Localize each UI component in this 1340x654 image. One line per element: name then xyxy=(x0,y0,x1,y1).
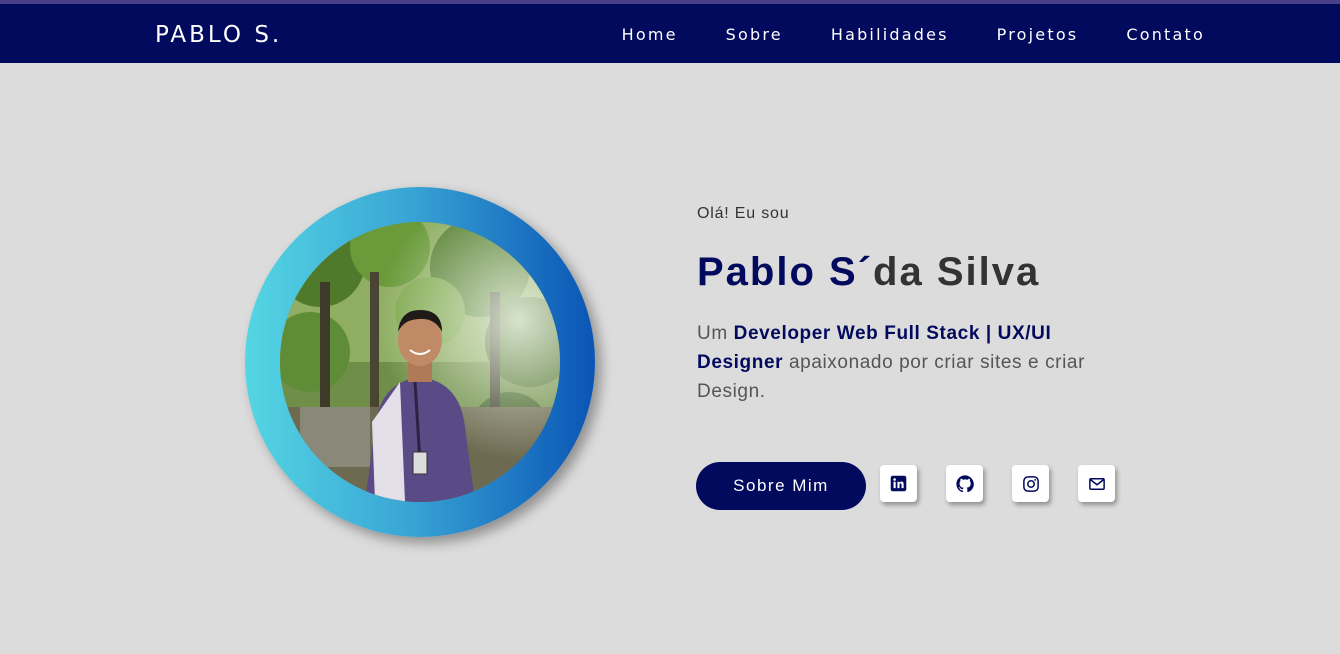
nav-sobre[interactable]: Sobre xyxy=(726,25,783,44)
nav-contato[interactable]: Contato xyxy=(1126,25,1205,44)
main-nav: Home Sobre Habilidades Projetos Contato xyxy=(622,25,1205,44)
profile-photo xyxy=(280,222,560,502)
nav-projetos[interactable]: Projetos xyxy=(997,25,1079,44)
linkedin-icon xyxy=(890,475,907,492)
profile-photo-ring xyxy=(245,187,595,537)
site-logo[interactable]: PABLO S. xyxy=(155,22,282,48)
hero-name-rest: da Silva xyxy=(873,250,1041,294)
greeting-text: Olá! Eu sou xyxy=(697,205,790,222)
nav-home[interactable]: Home xyxy=(622,25,678,44)
linkedin-link[interactable] xyxy=(880,465,917,502)
github-icon xyxy=(955,474,974,492)
sobre-mim-button[interactable]: Sobre Mim xyxy=(696,462,866,510)
github-link[interactable] xyxy=(946,465,983,502)
instagram-icon xyxy=(1022,475,1039,492)
hero-name: Pablo S´da Silva xyxy=(697,250,1040,295)
email-link[interactable] xyxy=(1078,465,1115,502)
mail-icon xyxy=(1088,477,1105,490)
top-navbar: PABLO S. Home Sobre Habilidades Projetos… xyxy=(0,4,1340,63)
instagram-link[interactable] xyxy=(1012,465,1049,502)
nav-habilidades[interactable]: Habilidades xyxy=(831,25,949,44)
hero-description: Um Developer Web Full Stack | UX/UI Desi… xyxy=(697,319,1117,406)
hero-name-first: Pablo S´ xyxy=(697,250,874,294)
desc-prefix: Um xyxy=(697,323,734,344)
